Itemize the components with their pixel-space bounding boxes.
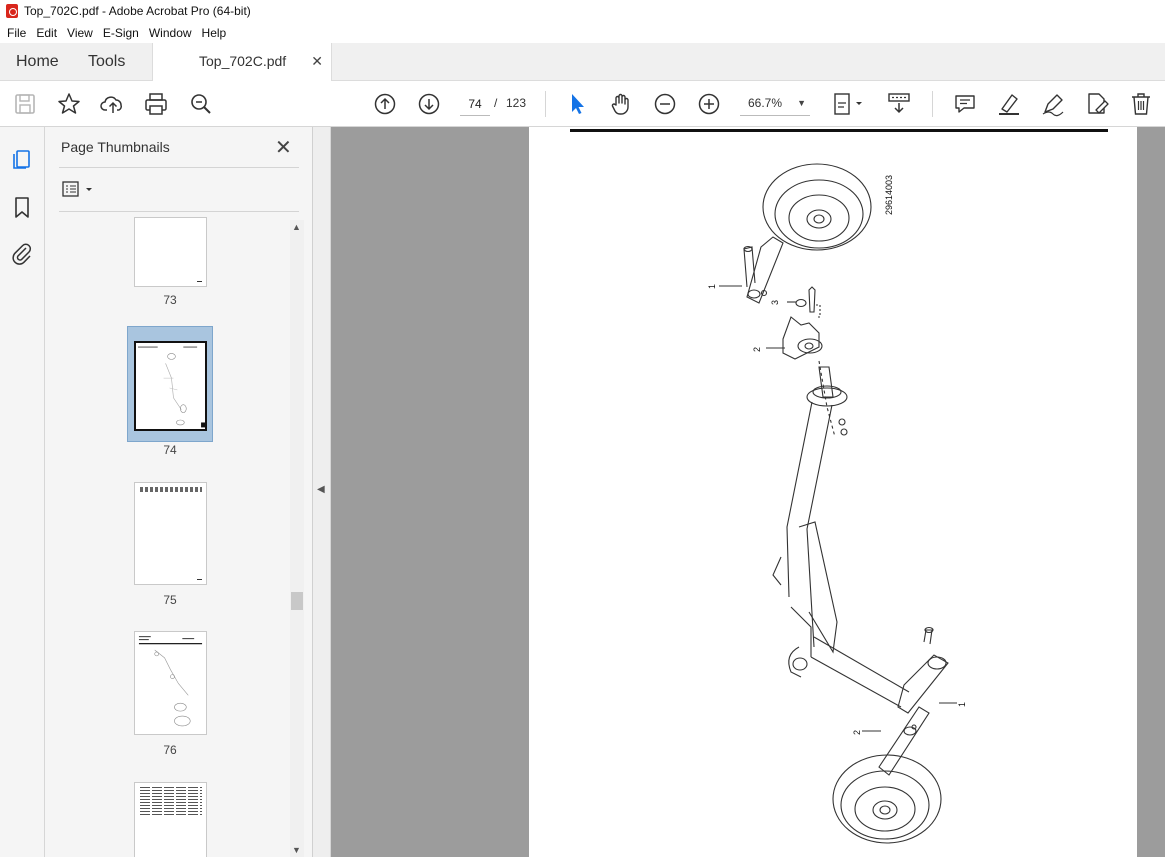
thumbnail-options-button[interactable] (61, 179, 97, 201)
parts-diagram: 1 3 2 2 1 29614003 (707, 163, 967, 844)
chevron-left-icon: ◀ (317, 484, 325, 495)
comment-icon[interactable] (952, 91, 978, 117)
page-up-icon[interactable] (372, 91, 398, 117)
page-thumbnails-icon[interactable] (10, 147, 34, 171)
tab-home[interactable]: Home (16, 43, 59, 80)
bookmark-icon[interactable] (10, 195, 34, 219)
panel-title: Page Thumbnails (61, 139, 170, 155)
window-title: Top_702C.pdf - Adobe Acrobat Pro (64-bit… (24, 4, 251, 18)
callout-3: 3 (770, 300, 780, 305)
menu-help[interactable]: Help (197, 26, 232, 40)
star-icon[interactable] (56, 91, 82, 117)
menu-window[interactable]: Window (144, 26, 197, 40)
zoom-value: 66.7% (748, 96, 783, 110)
tab-document-label: Top_702C.pdf (199, 53, 287, 69)
menu-esign[interactable]: E-Sign (98, 26, 144, 40)
acrobat-pdf-icon (6, 4, 18, 18)
delete-icon[interactable] (1128, 91, 1154, 117)
tab-document[interactable]: Top_702C.pdf ✕ (152, 43, 332, 81)
callout-1-top: 1 (707, 284, 717, 289)
thumbnail-page[interactable] (134, 782, 207, 857)
panel-collapse-handle[interactable]: ◀ (313, 127, 331, 857)
scrollbar-thumb[interactable] (291, 592, 303, 610)
panel-divider (59, 167, 299, 168)
save-icon[interactable] (12, 91, 38, 117)
main-toolbar: / 123 66.7% ▼ (0, 81, 1165, 127)
thumbnails-panel: Page Thumbnails ✕ 73 74 75 76 ▲ ▼ (45, 127, 313, 857)
thumbnail-page-selected[interactable] (134, 341, 207, 431)
page-number-input[interactable] (460, 92, 490, 116)
attachment-icon[interactable] (10, 241, 34, 265)
thumbnail-label: 75 (163, 593, 177, 607)
zoom-in-icon[interactable] (696, 91, 722, 117)
callout-1-bottom: 1 (957, 702, 967, 707)
upload-icon[interactable] (100, 91, 126, 117)
tab-tools[interactable]: Tools (88, 43, 125, 80)
page-view-icon[interactable] (832, 91, 866, 117)
drawing-id: 29614003 (884, 175, 894, 215)
thumbnail-scrollbar[interactable]: ▲ ▼ (290, 220, 304, 857)
highlight-icon[interactable] (996, 91, 1022, 117)
toolbar-divider (932, 91, 933, 117)
thumbnail-page[interactable] (134, 217, 207, 287)
tab-bar: Home Tools Top_702C.pdf ✕ (0, 43, 1165, 81)
thumbnail-label: 76 (163, 743, 177, 757)
select-cursor-icon[interactable] (564, 91, 590, 117)
menu-edit[interactable]: Edit (31, 26, 62, 40)
title-bar: Top_702C.pdf - Adobe Acrobat Pro (64-bit… (0, 0, 1165, 22)
scroll-down-icon[interactable]: ▼ (292, 845, 301, 855)
left-rail (0, 127, 45, 857)
callout-2-top: 2 (752, 347, 762, 352)
pdf-page: 1 3 2 2 1 29614003 (529, 127, 1137, 857)
zoom-search-icon[interactable] (188, 91, 214, 117)
close-panel-icon[interactable]: ✕ (275, 135, 292, 160)
draw-icon[interactable] (1040, 91, 1066, 117)
zoom-dropdown[interactable]: 66.7% ▼ (740, 92, 810, 116)
thumbnail-label: 74 (163, 443, 177, 457)
zoom-out-icon[interactable] (652, 91, 678, 117)
hand-icon[interactable] (608, 91, 634, 117)
scroll-mode-icon[interactable] (886, 91, 912, 117)
page-total: 123 (506, 96, 527, 110)
print-icon[interactable] (143, 91, 169, 117)
fill-sign-icon[interactable] (1084, 91, 1110, 117)
scroll-up-icon[interactable]: ▲ (292, 222, 301, 232)
menu-view[interactable]: View (62, 26, 98, 40)
menu-bar: File Edit View E-Sign Window Help (0, 22, 1165, 43)
thumbnail-list: 73 74 75 76 (45, 217, 290, 857)
document-viewer[interactable]: 1 3 2 2 1 29614003 (331, 127, 1165, 857)
callout-2-bottom: 2 (852, 730, 862, 735)
thumbnail-page[interactable] (134, 482, 207, 585)
thumbnail-label: 73 (163, 293, 177, 307)
close-tab-icon[interactable]: ✕ (311, 53, 323, 70)
page-down-icon[interactable] (416, 91, 442, 117)
toolbar-divider (545, 91, 546, 117)
panel-divider (59, 211, 299, 212)
page-separator: / (494, 96, 498, 110)
thumbnail-page[interactable] (134, 631, 207, 735)
chevron-down-icon: ▼ (797, 98, 806, 108)
menu-file[interactable]: File (2, 26, 31, 40)
